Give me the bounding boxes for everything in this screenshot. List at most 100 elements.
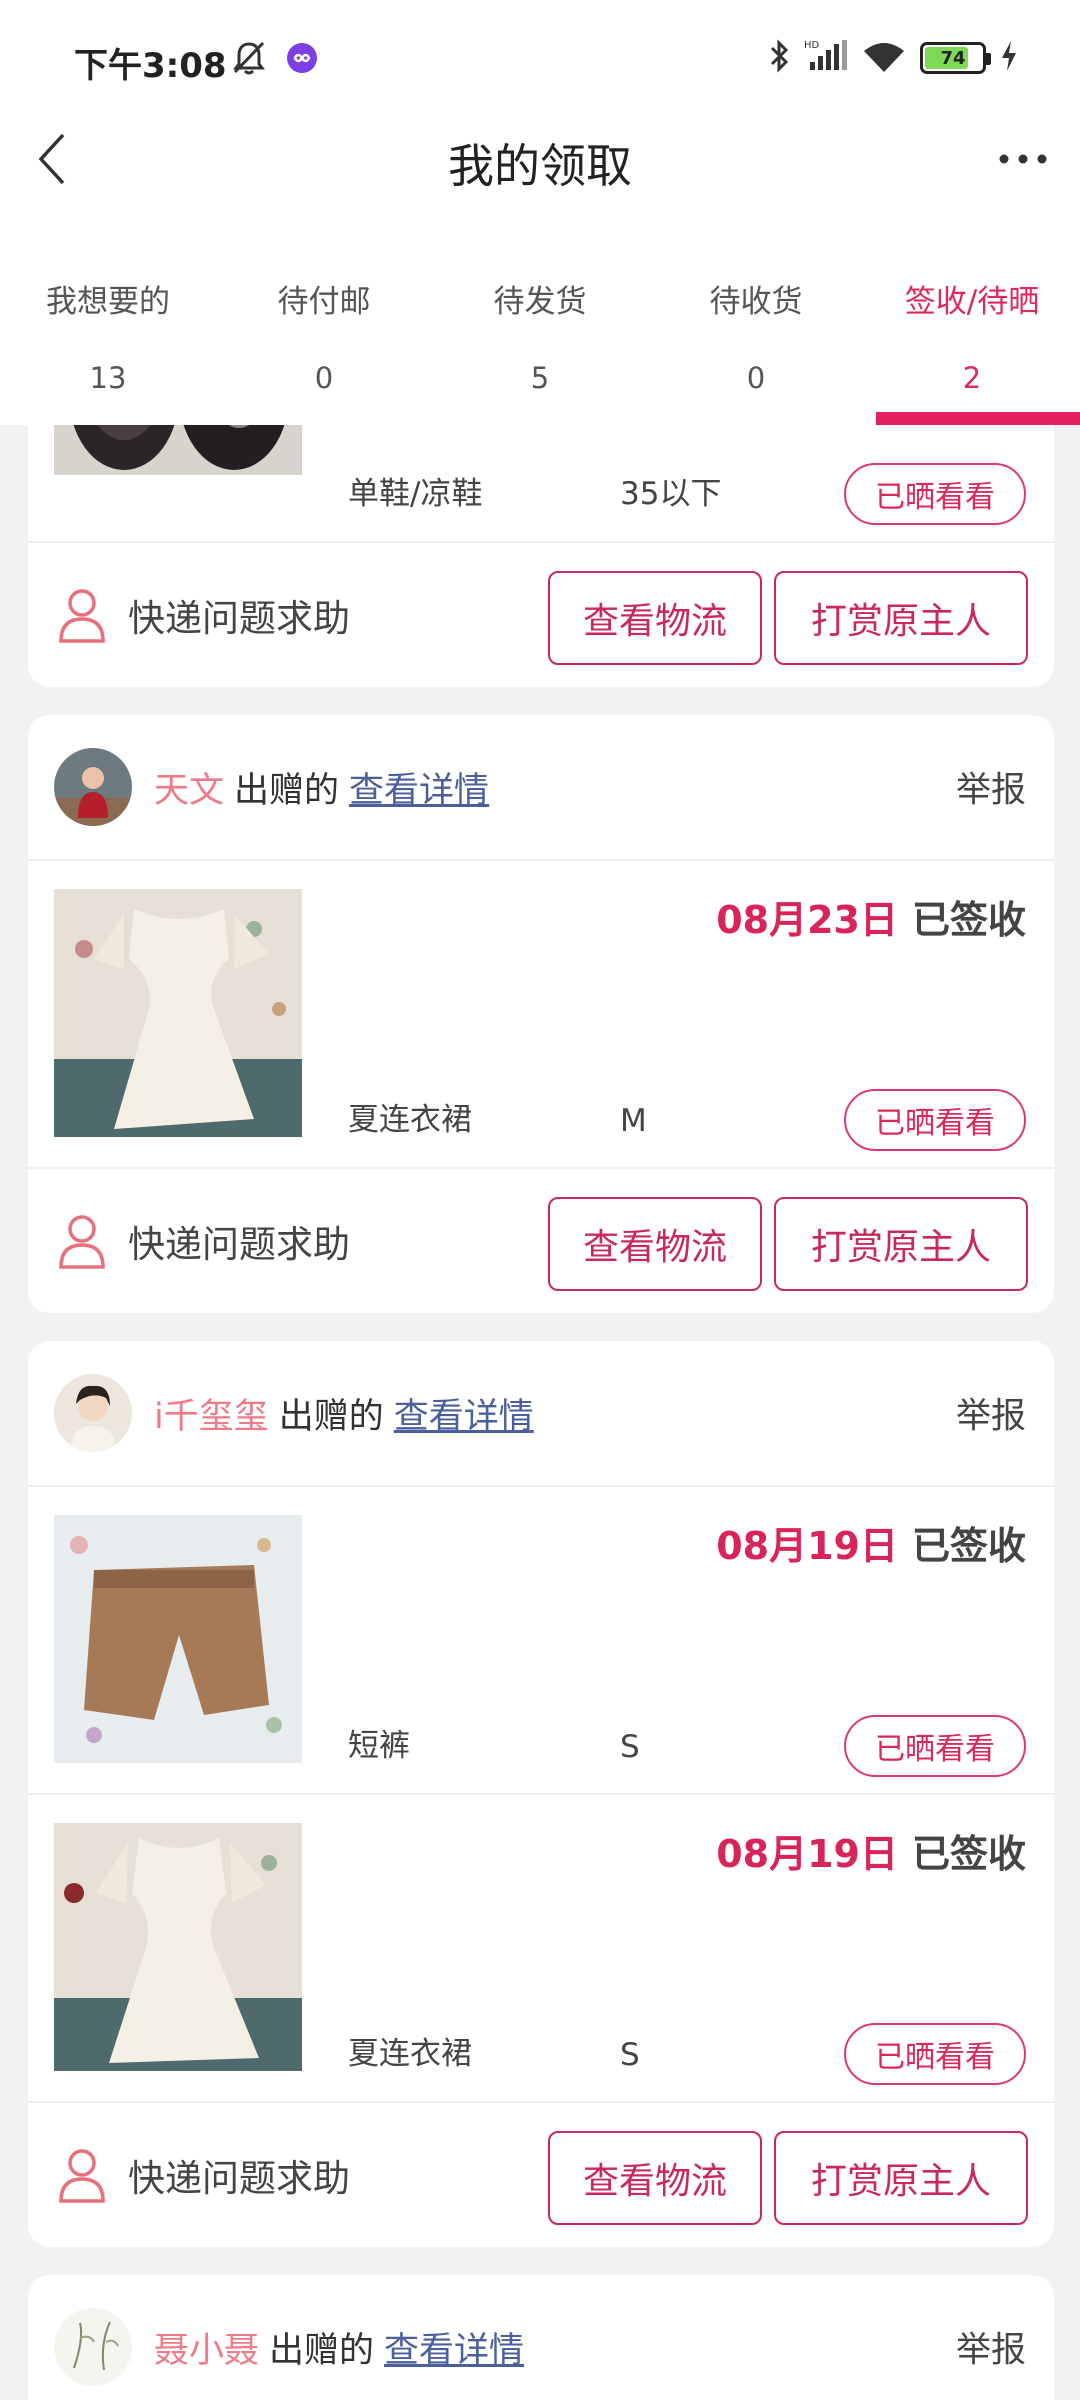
charging-icon [1000,39,1018,77]
claim-item[interactable]: 08月23日 已签收 夏连衣裙 M 已晒看看 [28,861,1054,1169]
view-show-button[interactable]: 已晒看看 [844,463,1026,525]
donor-name[interactable]: i千玺玺 [154,1388,269,1439]
report-button[interactable]: 举报 [956,762,1026,813]
tab-label: 待发货 [493,284,587,320]
report-button[interactable]: 举报 [956,2322,1026,2373]
donated-label: 出赠的 [278,1396,384,1437]
signed-status: 已签收 [911,1832,1026,1876]
view-details-link[interactable]: 查看详情 [349,762,489,813]
help-label: 快递问题求助 [128,2157,350,2200]
tab-pending-postage[interactable]: 待付邮 0 [216,260,432,425]
claims-list[interactable]: 单鞋/凉鞋 35以下 已晒看看 快递问题求助 查看物流 打赏原主人 天文 出赠的… [0,425,1080,2400]
tab-label: 待收货 [709,284,803,320]
avatar[interactable] [54,2308,132,2386]
view-show-button[interactable]: 已晒看看 [844,2023,1026,2085]
signed-status: 已签收 [911,898,1026,942]
signal-icon: HD [804,38,848,78]
report-button[interactable]: 举报 [956,1388,1026,1439]
item-photo-shorts [54,1515,302,1763]
battery-icon: 74 [920,42,991,74]
tip-owner-button[interactable]: 打赏原主人 [774,2131,1028,2225]
view-details-link[interactable]: 查看详情 [384,2322,524,2373]
item-size: S [620,1729,640,1765]
card-footer: 快递问题求助 查看物流 打赏原主人 [28,2103,1054,2247]
tab-label: 待付邮 [277,284,371,320]
claim-card: i千玺玺 出赠的 查看详情 举报 08月19日 已签收 短裤 S 已晒看看 08月… [28,1341,1054,2247]
courier-help[interactable]: 快递问题求助 [58,2147,350,2203]
claim-item[interactable]: 单鞋/凉鞋 35以下 已晒看看 [28,425,1054,543]
status-tabs: 我想要的 13 待付邮 0 待发货 5 待收货 0 签收/待晒 2 [0,260,1080,425]
help-label: 快递问题求助 [128,597,350,640]
tab-count: 5 [530,361,550,395]
more-dots-icon [999,154,1047,164]
svg-text:HD: HD [804,40,820,51]
donated-label: 出赠的 [234,770,340,811]
tab-pending-receipt[interactable]: 待收货 0 [648,260,864,425]
tab-pending-shipment[interactable]: 待发货 5 [432,260,648,425]
page-title: 我的领取 [448,139,632,193]
signed-date: 08月19日 [716,1524,898,1568]
status-bar: 下午3:08 HD 74 [0,0,1080,120]
claim-item[interactable]: 08月19日 已签收 短裤 S 已晒看看 [28,1487,1054,1795]
courier-help[interactable]: 快递问题求助 [58,587,350,643]
signed-status: 已签收 [911,1524,1026,1568]
status-right-icons: HD 74 [768,38,1018,78]
item-photo-shoes [54,425,302,475]
help-label: 快递问题求助 [128,1223,350,1266]
item-category: 夏连衣裙 [348,1102,472,1138]
view-logistics-button[interactable]: 查看物流 [548,2131,762,2225]
tab-count: 0 [314,361,334,395]
person-icon [59,2149,105,2203]
item-size: M [620,1103,647,1139]
card-header: 聂小聂 出赠的 查看详情 举报 [28,2275,1054,2400]
view-show-button[interactable]: 已晒看看 [844,1089,1026,1151]
item-signed-date: 08月23日 已签收 [716,889,1026,944]
bell-muted-icon [232,40,266,80]
avatar[interactable] [54,748,132,826]
claim-item[interactable]: 08月19日 已签收 夏连衣裙 S 已晒看看 [28,1795,1054,2103]
claim-card: 单鞋/凉鞋 35以下 已晒看看 快递问题求助 查看物流 打赏原主人 [28,425,1054,687]
view-details-link[interactable]: 查看详情 [394,1388,534,1439]
tip-owner-button[interactable]: 打赏原主人 [774,571,1028,665]
tip-owner-button[interactable]: 打赏原主人 [774,1197,1028,1291]
bluetooth-icon [768,38,790,78]
donor-name[interactable]: 天文 [154,762,224,813]
claim-card: 聂小聂 出赠的 查看详情 举报 [28,2275,1054,2400]
item-photo-dress [54,889,302,1137]
tab-wanted[interactable]: 我想要的 13 [0,260,216,425]
tab-signed-to-show[interactable]: 签收/待晒 2 [864,260,1080,425]
item-signed-date: 08月19日 已签收 [716,1823,1026,1878]
card-footer: 快递问题求助 查看物流 打赏原主人 [28,543,1054,687]
tab-count: 13 [89,361,127,395]
item-category: 单鞋/凉鞋 [348,476,483,512]
tab-label: 签收/待晒 [904,284,1040,320]
person-icon [59,1215,105,1269]
card-footer: 快递问题求助 查看物流 打赏原主人 [28,1169,1054,1313]
wifi-icon [862,39,906,77]
view-show-button[interactable]: 已晒看看 [844,1715,1026,1777]
card-header: i千玺玺 出赠的 查看详情 举报 [28,1341,1054,1487]
tab-count: 2 [962,361,982,395]
active-tab-indicator [876,412,1080,425]
status-left-icons [232,40,318,80]
signed-date: 08月23日 [716,898,898,942]
more-button[interactable] [988,124,1058,194]
card-header: 天文 出赠的 查看详情 举报 [28,715,1054,861]
avatar[interactable] [54,1374,132,1452]
item-photo-dress [54,1823,302,2071]
person-icon [59,589,105,643]
tab-count: 0 [746,361,766,395]
courier-help[interactable]: 快递问题求助 [58,1213,350,1269]
item-size: S [620,2037,640,2073]
view-logistics-button[interactable]: 查看物流 [548,1197,762,1291]
tab-label: 我想要的 [46,284,170,320]
app-badge-icon [286,42,318,78]
item-size: 35以下 [620,476,722,512]
donor-name[interactable]: 聂小聂 [154,2322,259,2373]
item-category: 夏连衣裙 [348,2036,472,2072]
item-signed-date: 08月19日 已签收 [716,1515,1026,1570]
view-logistics-button[interactable]: 查看物流 [548,571,762,665]
status-time: 下午3:08 [74,46,227,86]
battery-level: 74 [940,47,966,69]
donated-label: 出赠的 [269,2330,375,2371]
